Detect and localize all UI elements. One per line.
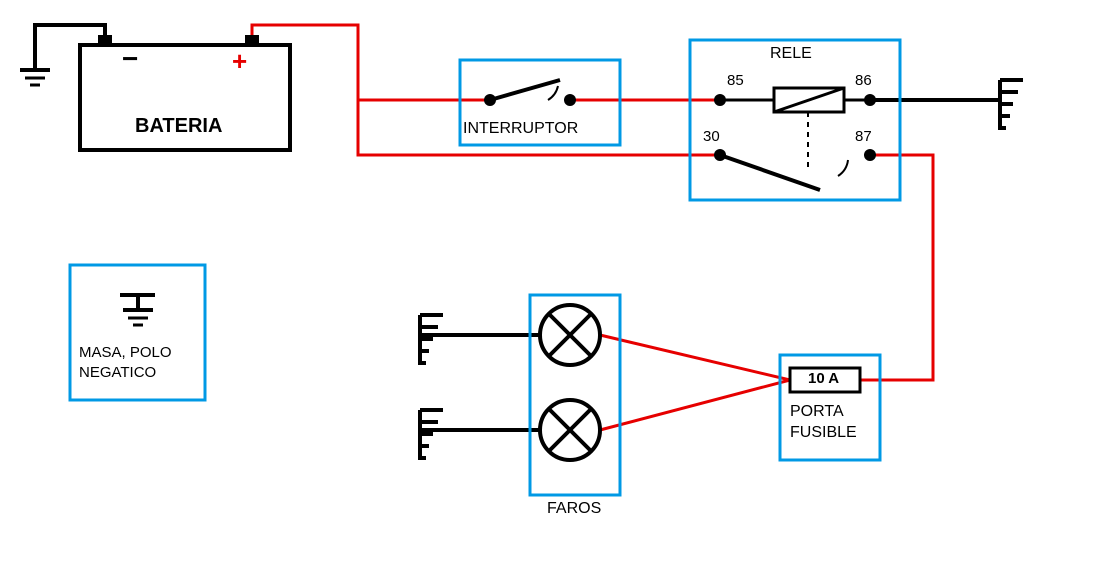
- relay-pin85-label: 85: [727, 72, 744, 89]
- fuse-value-label: 10 A: [808, 370, 839, 387]
- switch-label: INTERRUPTOR: [463, 120, 578, 138]
- battery-plus-icon: +: [232, 46, 247, 76]
- relay-pin30-label: 30: [703, 128, 720, 145]
- fuse-label: PORTA FUSIBLE: [790, 402, 857, 444]
- battery-pos-terminal: [245, 35, 259, 45]
- ground-icon: [420, 315, 443, 365]
- relay-box: [690, 40, 900, 200]
- circuit-diagram: − +: [0, 0, 1093, 566]
- ground-icon: [20, 70, 50, 85]
- relay-switch-lever: [720, 155, 820, 190]
- wire-fuse-to-faro2: [600, 380, 790, 430]
- battery-neg-terminal: [98, 35, 112, 45]
- ground-icon: [120, 295, 155, 325]
- relay-pin86-dot: [864, 94, 876, 106]
- wire-battery-neg-to-ground: [35, 25, 105, 70]
- ground-legend-label: MASA, POLO NEGATICO: [79, 343, 172, 382]
- wire-battery-to-switch: [252, 25, 490, 100]
- switch-lever-icon: [490, 80, 560, 100]
- battery-minus-icon: −: [122, 43, 138, 74]
- relay-pin87-label: 87: [855, 128, 872, 145]
- wire-fuse-to-faro1: [600, 335, 790, 380]
- relay-pin86-label: 86: [855, 72, 872, 89]
- relay-label: RELE: [770, 45, 812, 63]
- relay-pin87-dot: [864, 149, 876, 161]
- faros-label: FAROS: [547, 500, 601, 518]
- switch-arc-icon: [548, 86, 558, 100]
- ground-icon: [420, 410, 443, 460]
- switch-contact-right: [564, 94, 576, 106]
- battery-label: BATERIA: [135, 115, 222, 138]
- wire-relay87-to-fuse: [860, 155, 933, 380]
- ground-icon: [1000, 80, 1023, 130]
- relay-switch-arc: [838, 160, 848, 176]
